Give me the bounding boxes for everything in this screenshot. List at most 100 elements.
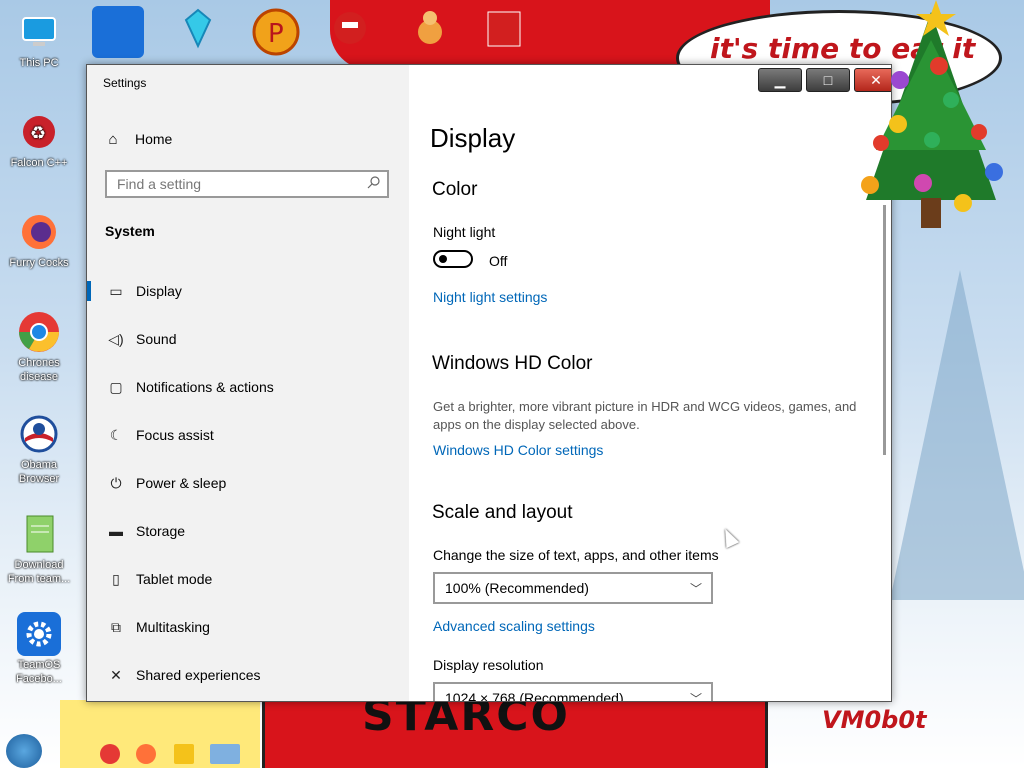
search-input[interactable]: Find a setting: [105, 170, 389, 198]
gear-icon[interactable]: [92, 6, 144, 58]
search-placeholder: Find a setting: [117, 176, 202, 192]
scale-label: Change the size of text, apps, and other…: [433, 547, 719, 563]
toggle-knob: [439, 255, 447, 263]
sidebar-item-focus-assist[interactable]: ☾ Focus assist: [87, 414, 409, 456]
sidebar-item-label: Focus assist: [136, 427, 214, 443]
desktop-icon-label: Furry Cocks: [9, 257, 69, 269]
angry-bird-icon[interactable]: [330, 6, 382, 58]
minimize-icon: ▁: [774, 71, 786, 88]
diamond-icon[interactable]: [176, 6, 228, 58]
advanced-scaling-link[interactable]: Advanced scaling settings: [433, 618, 595, 634]
desktop-icon-obama[interactable]: Obama Browser: [4, 412, 74, 486]
sidebar-group-title: System: [105, 223, 155, 239]
settings-taskbar-icon[interactable]: [210, 744, 240, 764]
christmas-tree-icon: [861, 0, 1003, 228]
night-light-state: Off: [489, 253, 508, 269]
svg-text:♻: ♻: [30, 123, 46, 144]
wallpaper-tree: [890, 270, 1024, 600]
hd-color-description: Get a brighter, more vibrant picture in …: [433, 399, 857, 432]
desktop-icon-label: Download From team...: [7, 559, 71, 585]
sidebar-item-storage[interactable]: ▬ Storage: [87, 510, 409, 552]
sidebar-item-notifications[interactable]: ▢ Notifications & actions: [87, 366, 409, 408]
desktop-icon-this-pc[interactable]: This PC: [4, 10, 74, 70]
window-title: Settings: [103, 76, 147, 90]
sidebar-item-shared-experiences[interactable]: ✕ Shared experiences: [87, 654, 409, 696]
chevron-down-icon: ﹀: [689, 691, 702, 702]
notification-icon: ▢: [109, 378, 123, 395]
snowman-icon[interactable]: [410, 6, 462, 58]
desktop-icon-chrome[interactable]: Chrones disease: [4, 310, 74, 384]
shared-icon: ✕: [110, 666, 122, 683]
moon-icon: ☾: [109, 426, 123, 443]
tablet-icon: ▯: [112, 570, 120, 587]
sidebar-item-display[interactable]: ▭ Display: [87, 270, 409, 312]
settings-content: Display Color Night light Off Night ligh…: [409, 65, 891, 701]
sidebar-item-sound[interactable]: ◁) Sound: [87, 318, 409, 360]
power-icon: ⏻: [110, 474, 122, 491]
maximize-icon: □: [823, 72, 833, 88]
desktop-icon-label: Chrones disease: [18, 357, 60, 383]
desktop-icon-label: This PC: [19, 57, 59, 69]
night-light-toggle[interactable]: [433, 250, 473, 268]
sidebar-item-power-sleep[interactable]: ⏻ Power & sleep: [87, 462, 409, 504]
sidebar-item-tablet-mode[interactable]: ▯ Tablet mode: [87, 558, 409, 600]
hd-color-settings-link[interactable]: Windows HD Color settings: [433, 442, 603, 458]
firefox-icon: [17, 210, 61, 254]
desktop-icon-label: Falcon C++: [10, 157, 68, 169]
page-title: Display: [430, 123, 516, 153]
settings-window: Settings ⌂ Home Find a setting System ▭ …: [86, 64, 892, 702]
desktop-icon-download[interactable]: Download From team...: [4, 512, 74, 586]
section-heading-hd-color: Windows HD Color: [432, 353, 593, 374]
search-icon: [367, 176, 387, 192]
sidebar-item-label: Shared experiences: [136, 667, 261, 683]
scale-value: 100% (Recommended): [445, 580, 589, 596]
multitasking-icon: ⧉: [111, 618, 121, 635]
sidebar-home[interactable]: ⌂ Home: [105, 125, 172, 153]
desktop-icon-teamos[interactable]: TeamOS Facebo...: [4, 612, 74, 686]
night-light-label: Night light: [433, 224, 496, 240]
maximize-button[interactable]: □: [806, 68, 850, 92]
section-heading-color: Color: [432, 179, 478, 200]
card-icon[interactable]: [486, 6, 538, 58]
resolution-label: Display resolution: [433, 657, 544, 673]
sidebar-item-multitasking[interactable]: ⧉ Multitasking: [87, 606, 409, 648]
night-light-settings-link[interactable]: Night light settings: [433, 289, 547, 305]
recycle-icon: ♻: [17, 110, 61, 154]
desktop-icon-firefox[interactable]: Furry Cocks: [4, 210, 74, 270]
p-app-icon[interactable]: P: [250, 6, 302, 58]
settings-sidebar: Settings ⌂ Home Find a setting System ▭ …: [87, 65, 409, 701]
speaker-icon: ◁): [108, 330, 124, 347]
desktop-icon-label: Obama Browser: [18, 459, 60, 485]
sidebar-item-label: Multitasking: [136, 619, 210, 635]
sidebar-item-label: Display: [136, 283, 182, 299]
wallpaper-signature: VM0b0t: [822, 706, 927, 734]
resolution-value: 1024 × 768 (Recommended): [445, 690, 624, 702]
sidebar-item-label: Notifications & actions: [136, 379, 274, 395]
scale-dropdown[interactable]: 100% (Recommended) ﹀: [433, 572, 713, 604]
sidebar-home-label: Home: [135, 131, 173, 147]
desktop-icon-label: TeamOS Facebo...: [16, 659, 62, 685]
firefox-icon[interactable]: [136, 744, 156, 764]
folder-icon[interactable]: [174, 744, 194, 764]
chrome-icon: [17, 310, 61, 354]
monitor-icon: [17, 10, 61, 54]
chevron-down-icon: ﹀: [689, 581, 702, 596]
start-button[interactable]: [6, 734, 42, 768]
sidebar-item-label: Storage: [136, 523, 186, 539]
sidebar-item-label: Tablet mode: [136, 571, 213, 587]
storage-icon: ▬: [109, 523, 123, 539]
svg-text:P: P: [268, 19, 284, 49]
notepad-icon: [17, 512, 61, 556]
desktop-icon-falcon[interactable]: ♻ Falcon C++: [4, 110, 74, 170]
home-icon: ⌂: [108, 130, 118, 148]
resolution-dropdown[interactable]: 1024 × 768 (Recommended) ﹀: [433, 682, 713, 702]
minimize-button[interactable]: ▁: [758, 68, 802, 92]
monitor-icon: ▭: [109, 282, 123, 299]
content-scrollbar[interactable]: [883, 205, 886, 455]
sidebar-item-label: Power & sleep: [136, 475, 227, 491]
section-heading-scale: Scale and layout: [432, 502, 573, 523]
gear-icon: [17, 612, 61, 656]
obama-logo-icon: [17, 412, 61, 456]
chrome-icon[interactable]: [100, 744, 120, 764]
sidebar-item-label: Sound: [136, 331, 177, 347]
